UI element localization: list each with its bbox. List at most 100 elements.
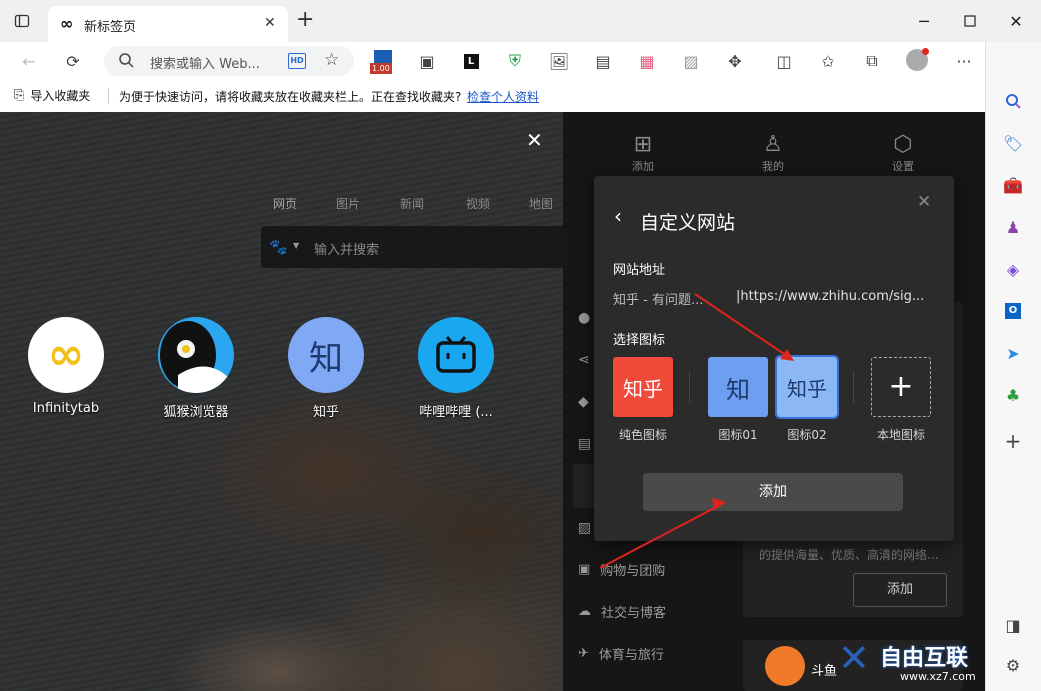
icon-caption: 图标02 — [787, 428, 827, 442]
category-shopping[interactable]: ▣ 购物与团购 — [578, 560, 665, 579]
extension-game-icon[interactable]: ▣ — [414, 48, 440, 74]
bilibili-tv-icon — [418, 317, 494, 393]
chevron-down-icon[interactable]: ▼ — [293, 241, 299, 250]
category-label: 社交与博客 — [601, 606, 667, 621]
watermark-logo: ✕ — [838, 636, 870, 680]
back-chevron-icon[interactable]: ‹ — [614, 206, 622, 226]
hd-icon[interactable]: HD — [288, 53, 306, 69]
panel-tab-add[interactable]: ⊞ 添加 — [613, 132, 673, 174]
collections-icon[interactable]: ⧉ — [859, 48, 885, 74]
search-tab-map[interactable]: 地图 — [529, 195, 553, 212]
panel-tab-settings[interactable]: ⬡ 设置 — [873, 132, 933, 174]
minimize-icon[interactable]: ─ — [901, 0, 947, 42]
sidebar-settings-icon[interactable]: ⚙ — [998, 650, 1028, 680]
tab-actions-icon[interactable] — [14, 13, 30, 29]
category-fire-icon[interactable]: ● — [578, 310, 590, 326]
toolbar: ← ⟳ 搜索或输入 Web... HD ☆ 1.00 ▣ L ⛨ 🖼 ▤ ▦ ▨… — [0, 42, 1041, 80]
search-tab-news[interactable]: 新闻 — [400, 195, 424, 212]
sidebar-outlook-icon[interactable]: O — [998, 296, 1028, 326]
sidebar-office-icon[interactable]: ◈ — [998, 254, 1028, 284]
icon-option-02[interactable]: 知乎 — [775, 355, 839, 419]
plus-icon: + — [888, 369, 914, 404]
profile-avatar[interactable] — [906, 48, 929, 71]
split-screen-icon[interactable]: ◫ — [771, 48, 797, 74]
baidu-paw-icon[interactable]: 🐾 — [269, 238, 288, 256]
watermark-url: www.xz7.com — [900, 670, 976, 683]
hexagon-gear-icon: ⬡ — [893, 132, 913, 157]
extension-l-icon[interactable]: L — [458, 48, 484, 74]
sidebar-panel-icon[interactable]: ◨ — [998, 610, 1028, 640]
close-window-icon[interactable]: ✕ — [993, 0, 1039, 42]
extension-tv-icon[interactable]: ▦ — [634, 48, 660, 74]
category-sports-travel[interactable]: ✈ 体育与旅行 — [578, 644, 664, 663]
search-box[interactable]: 🐾 ▼ 输入并搜索 — [261, 226, 563, 268]
icon-separator — [689, 371, 690, 403]
sidebar-add-icon[interactable]: + — [998, 426, 1028, 456]
search-tab-video[interactable]: 视频 — [466, 195, 490, 212]
more-menu-icon[interactable]: ··· — [951, 48, 977, 74]
shortcut-label: Infinitytab — [32, 401, 100, 416]
check-profile-link[interactable]: 检查个人资料 — [467, 88, 539, 105]
icon-caption: 图标01 — [718, 428, 758, 442]
infinity-icon: ∞ — [60, 14, 74, 33]
category-box-icon[interactable]: ◆ — [578, 394, 589, 410]
icon-option-text: 知乎 — [787, 376, 827, 401]
sidebar-tag-icon[interactable]: 🏷 — [998, 128, 1028, 158]
site-url-field[interactable]: |https://www.zhihu.com/sig... — [736, 289, 936, 304]
sidebar-search-icon[interactable] — [998, 86, 1028, 116]
icon-option-solid[interactable]: 知乎 — [613, 357, 673, 417]
panel-tab-mine[interactable]: ♙ 我的 — [743, 132, 803, 174]
close-overlay-icon[interactable]: ✕ — [526, 128, 543, 152]
category-label: 购物与团购 — [600, 564, 666, 579]
panel-tab-label: 我的 — [762, 160, 784, 173]
tab-new-tab[interactable]: ∞ 新标签页 ✕ — [48, 6, 288, 42]
infinitytab-logo: ∞ — [28, 317, 104, 393]
shortcut-lemur-browser[interactable]: 狐猴浏览器 — [141, 317, 251, 420]
sidebar-tree-icon[interactable]: ♣ — [998, 380, 1028, 410]
extension-shield-icon[interactable]: ⛨ — [502, 48, 528, 74]
search-tab-web[interactable]: 网页 — [273, 195, 297, 212]
custom-site-dialog: ‹ 自定义网站 ✕ 网站地址 知乎 - 有问题... |https://www.… — [594, 176, 954, 541]
category-image-icon[interactable]: ▨ — [578, 520, 591, 536]
shortcut-zhihu[interactable]: 知 知乎 — [271, 317, 381, 420]
site-name-field[interactable]: 知乎 - 有问题... — [613, 289, 733, 308]
shortcut-bilibili[interactable]: 哔哩哔哩 (... — [401, 317, 511, 420]
back-icon[interactable]: ← — [16, 48, 42, 74]
favorites-icon[interactable]: ✩ — [815, 48, 841, 74]
extension-image-icon[interactable]: 🖼 — [546, 48, 572, 74]
icon-option-01[interactable]: 知 — [708, 357, 768, 417]
icon-option-local[interactable]: + — [871, 357, 931, 417]
refresh-icon[interactable]: ⟳ — [60, 48, 86, 74]
title-bar: ∞ 新标签页 ✕ + ─ ✕ — [0, 0, 1041, 42]
maximize-icon[interactable] — [947, 0, 993, 42]
new-tab-icon[interactable]: + — [296, 9, 314, 31]
close-tab-icon[interactable]: ✕ — [264, 15, 276, 31]
extension-video-icon[interactable]: 1.00 — [370, 48, 396, 74]
category-social[interactable]: ☁ 社交与博客 — [578, 602, 666, 621]
address-placeholder: 搜索或输入 Web... — [150, 57, 260, 72]
dialog-add-button[interactable]: 添加 — [643, 473, 903, 511]
watermark-text: 自由互联 — [880, 646, 969, 671]
icon-separator — [853, 371, 854, 403]
category-doc-icon[interactable]: ▤ — [578, 436, 591, 452]
extension-doc-icon[interactable]: ▤ — [590, 48, 616, 74]
douyu-label: 斗鱼 — [811, 664, 838, 679]
search-tab-images[interactable]: 图片 — [336, 195, 360, 212]
zhihu-glyph: 知 — [309, 338, 343, 379]
extension-photo-icon[interactable]: ▨ — [678, 48, 704, 74]
address-bar[interactable]: 搜索或输入 Web... HD ☆ — [104, 46, 354, 76]
extensions-puzzle-icon[interactable]: ✥ — [722, 48, 748, 74]
bag-icon: ▣ — [578, 562, 591, 577]
shortcut-infinitytab[interactable]: ∞ Infinitytab — [11, 317, 121, 416]
favorite-star-icon[interactable]: ☆ — [324, 50, 339, 70]
favorites-hint: 为便于快速访问，请将收藏夹放在收藏夹栏上。正在查找收藏夹? — [119, 90, 462, 104]
sidebar-games-icon[interactable]: ♟ — [998, 212, 1028, 242]
category-share-icon[interactable]: ⋖ — [578, 352, 590, 368]
site-card-add-button[interactable]: 添加 — [853, 573, 947, 607]
sidebar-send-icon[interactable]: ➤ — [998, 338, 1028, 368]
import-favorites-button[interactable]: ⎘ 导入收藏夹 — [14, 87, 90, 104]
dialog-title: 自定义网站 — [640, 212, 736, 234]
dialog-close-icon[interactable]: ✕ — [917, 192, 931, 212]
douyu-logo — [765, 646, 805, 686]
sidebar-toolbox-icon[interactable]: 🧰 — [998, 170, 1028, 200]
